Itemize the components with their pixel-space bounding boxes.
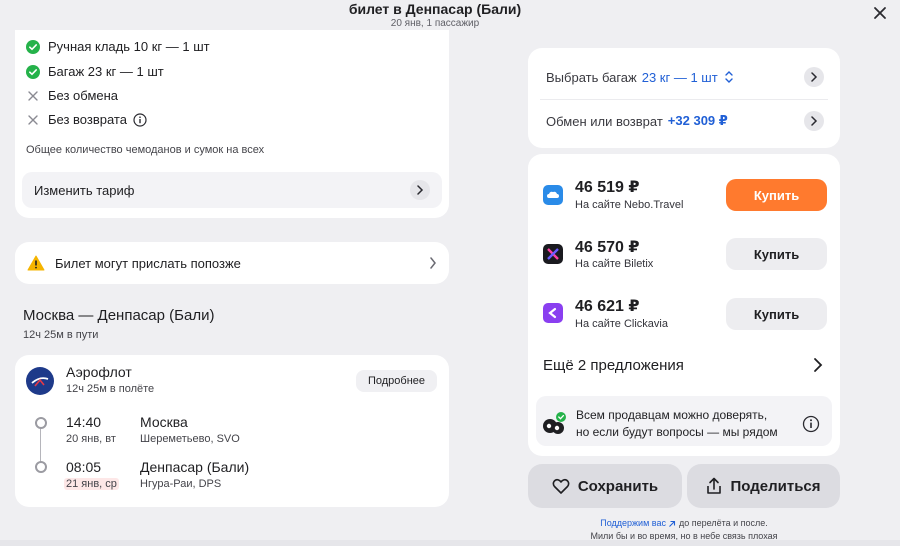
- buy-button-biletix[interactable]: Купить: [726, 238, 827, 270]
- save-button[interactable]: Сохранить: [528, 464, 682, 508]
- trust-line-1: Всем продавцам можно доверять,: [576, 408, 768, 422]
- departure-city: Москва: [140, 414, 188, 430]
- luggage-note: Общее количество чемоданов и сумок на вс…: [26, 144, 265, 156]
- cross-icon: [28, 114, 38, 125]
- heart-icon: [552, 478, 570, 494]
- buy-button-nebo-travel[interactable]: Купить: [726, 179, 827, 211]
- footer-line-1: Поддержим вас до перелёта и после.: [528, 518, 840, 528]
- arrival-dot: [35, 461, 47, 473]
- flight-duration: 12ч 25м в полёте: [66, 383, 155, 395]
- chevron-right-icon: [804, 67, 824, 87]
- feature-label: Без обмена: [48, 88, 119, 103]
- change-tariff-button[interactable]: Изменить тариф: [22, 172, 442, 208]
- chevron-right-icon: [814, 358, 823, 372]
- chevron-right-icon: [410, 180, 430, 200]
- buy-button-clickavia[interactable]: Купить: [726, 298, 827, 330]
- share-label: Поделиться: [730, 477, 821, 495]
- chevron-right-icon: [804, 111, 824, 131]
- cloud-icon: [547, 191, 559, 198]
- offer-price: 46 621 ₽: [575, 298, 640, 315]
- feature-baggage: Багаж 23 кг — 1 шт: [26, 64, 164, 79]
- timeline-line: [40, 427, 41, 465]
- offer-seller: На сайте Biletix: [575, 258, 654, 270]
- airline-logo-icon: [31, 377, 49, 387]
- support-mascot-icon: [541, 411, 567, 437]
- more-offers-row[interactable]: Ещё 2 предложения: [543, 352, 823, 378]
- change-tariff-label: Изменить тариф: [34, 182, 135, 198]
- feature-label: Багаж 23 кг — 1 шт: [48, 64, 164, 79]
- baggage-value: 23 кг — 1 шт: [641, 69, 718, 85]
- check-icon: [26, 64, 40, 79]
- exchange-refund-row[interactable]: Обмен или возврат +32 309 ₽: [546, 102, 824, 140]
- info-icon[interactable]: [802, 415, 820, 433]
- arrival-city: Денпасар (Бали): [140, 459, 250, 475]
- late-ticket-warning[interactable]: Билет могут прислать попозже: [15, 242, 449, 284]
- feature-hand-luggage: Ручная кладь 10 кг — 1 шт: [26, 39, 210, 54]
- cross-icon: [28, 90, 38, 101]
- exchange-prefix: Обмен или возврат: [546, 113, 663, 129]
- airline-name: Аэрофлот: [66, 364, 132, 380]
- route-duration: 12ч 25м в пути: [23, 329, 99, 341]
- save-label: Сохранить: [577, 477, 659, 495]
- biletix-mark-icon: [547, 248, 559, 260]
- info-icon[interactable]: [133, 112, 147, 127]
- share-icon: [707, 477, 722, 494]
- share-button[interactable]: Поделиться: [687, 464, 840, 508]
- departure-airport: Шереметьево, SVO: [140, 433, 240, 445]
- warning-text: Билет могут прислать попозже: [55, 255, 241, 271]
- select-baggage-row[interactable]: Выбрать багаж 23 кг — 1 шт: [546, 58, 824, 96]
- feature-label: Без возврата: [48, 112, 127, 127]
- offer-seller: На сайте Clickavia: [575, 318, 668, 330]
- baggage-prefix: Выбрать багаж: [546, 69, 637, 85]
- stepper-icon: [724, 71, 733, 83]
- nebo-travel-logo: [543, 185, 563, 205]
- biletix-logo: [543, 244, 563, 264]
- page-subtitle: 20 янв, 1 пассажир: [390, 18, 480, 29]
- clickavia-logo: [543, 303, 563, 323]
- arrival-time: 08:05: [66, 459, 102, 475]
- departure-dot: [35, 417, 47, 429]
- exchange-value: +32 309 ₽: [667, 113, 728, 128]
- feature-no-refund: Без возврата: [26, 112, 147, 127]
- offer-price: 46 570 ₽: [575, 239, 640, 256]
- support-link[interactable]: Поддержим вас: [600, 518, 666, 528]
- chevron-right-icon: [430, 257, 436, 269]
- trust-line-2: но если будут вопросы — мы рядом: [576, 425, 778, 439]
- route-title: Москва — Денпасар (Бали): [23, 307, 215, 324]
- page-title: билет в Денпасар (Бали): [348, 1, 522, 17]
- departure-time: 14:40: [66, 414, 102, 430]
- close-icon: [874, 7, 886, 19]
- feature-no-exchange: Без обмена: [26, 88, 118, 103]
- warning-icon: [27, 255, 45, 271]
- clickavia-mark-icon: [548, 307, 557, 319]
- offer-seller: На сайте Nebo.Travel: [575, 199, 684, 211]
- footer-line-1-text: до перелёта и после.: [676, 518, 768, 528]
- departure-date: 20 янв, вт: [66, 433, 116, 445]
- arrival-airport: Нгура-Раи, DPS: [140, 478, 222, 490]
- check-icon: [26, 39, 40, 54]
- bottom-scroll-edge: [0, 540, 900, 546]
- more-offers-label: Ещё 2 предложения: [543, 356, 684, 374]
- arrival-date: 21 янв, ср: [64, 478, 119, 490]
- close-button[interactable]: [866, 2, 894, 24]
- feature-label: Ручная кладь 10 кг — 1 шт: [48, 39, 210, 54]
- options-divider: [540, 99, 828, 100]
- flight-details-button[interactable]: Подробнее: [356, 370, 437, 392]
- offer-price: 46 519 ₽: [575, 179, 640, 196]
- aeroflot-logo: [26, 367, 54, 395]
